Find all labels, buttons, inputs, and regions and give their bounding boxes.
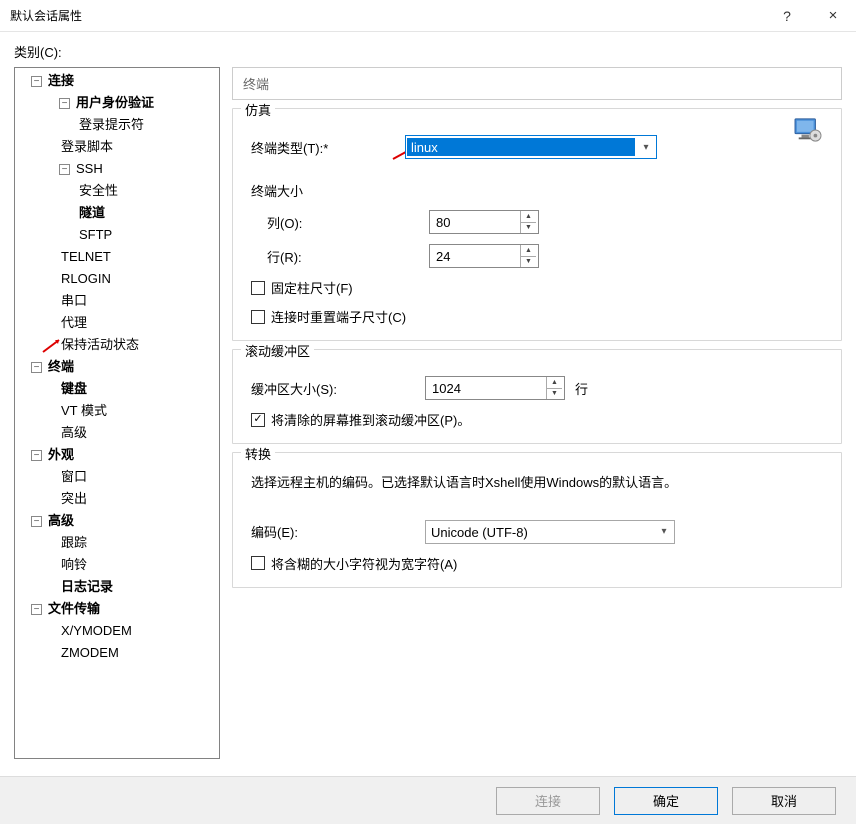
fixed-cols-checkbox[interactable] <box>251 281 265 295</box>
push-cleared-label: 将清除的屏幕推到滚动缓冲区(P)。 <box>271 410 470 429</box>
tree-logging[interactable]: 日志记录 <box>59 576 115 598</box>
minus-icon[interactable]: − <box>31 76 42 87</box>
cols-label: 列(O): <box>245 213 355 232</box>
tree-xymodem[interactable]: X/YMODEM <box>59 620 134 642</box>
buffer-size-label: 缓冲区大小(S): <box>245 379 425 398</box>
terminal-type-dropdown[interactable]: linux ▾ <box>405 135 657 159</box>
window-title: 默认会话属性 <box>10 7 82 24</box>
translate-title: 转换 <box>241 444 275 463</box>
buffer-size-value: 1024 <box>432 381 546 396</box>
encoding-label: 编码(E): <box>245 522 425 541</box>
tree-vtmode[interactable]: VT 模式 <box>59 400 109 422</box>
tree-advanced[interactable]: 高级 <box>46 510 76 532</box>
spin-up-icon[interactable]: ▲ <box>521 245 536 257</box>
help-button[interactable]: ? <box>764 0 810 31</box>
rows-label: 行(R): <box>245 247 355 266</box>
tree-proxy[interactable]: 代理 <box>59 312 89 334</box>
tree-window[interactable]: 窗口 <box>59 466 89 488</box>
scroll-group: 滚动缓冲区 缓冲区大小(S): 1024 ▲▼ 行 将清除的屏幕推到滚动缓冲区(… <box>232 349 842 444</box>
ambiguous-wide-label: 将含糊的大小字符视为宽字符(A) <box>271 554 457 573</box>
tree-trace[interactable]: 跟踪 <box>59 532 89 554</box>
minus-icon[interactable]: − <box>31 450 42 461</box>
dialog-footer: 连接 确定 取消 <box>0 776 856 824</box>
spin-down-icon[interactable]: ▼ <box>547 389 562 400</box>
minus-icon[interactable]: − <box>31 604 42 615</box>
tree-appearance[interactable]: 外观 <box>46 444 76 466</box>
fixed-cols-label: 固定柱尺寸(F) <box>271 278 353 297</box>
tree-rlogin[interactable]: RLOGIN <box>59 268 113 290</box>
encoding-dropdown[interactable]: Unicode (UTF-8) ▾ <box>425 520 675 544</box>
minus-icon[interactable]: − <box>31 516 42 527</box>
buffer-unit: 行 <box>575 379 588 398</box>
terminal-type-label: 终端类型(T):* <box>245 138 405 157</box>
category-tree[interactable]: −连接 −用户身份验证 登录提示符 登录脚本 −SSH 安全性 隧道 SFTP <box>14 67 220 759</box>
tree-keepalive[interactable]: 保持活动状态 <box>59 334 141 356</box>
reset-on-connect-checkbox[interactable] <box>251 310 265 324</box>
ambiguous-wide-checkbox[interactable] <box>251 556 265 570</box>
buffer-size-spinner[interactable]: 1024 ▲▼ <box>425 376 565 400</box>
tree-login-script[interactable]: 登录脚本 <box>59 136 115 158</box>
tree-connection[interactable]: 连接 <box>46 70 76 92</box>
panel-heading: 终端 <box>232 67 842 100</box>
translate-group: 转换 选择远程主机的编码。已选择默认语言时Xshell使用Windows的默认语… <box>232 452 842 588</box>
category-label: 类别(C): <box>14 42 842 61</box>
encoding-value: Unicode (UTF-8) <box>427 523 653 541</box>
close-button[interactable]: × <box>810 0 856 31</box>
chevron-down-icon: ▾ <box>636 142 656 153</box>
spin-down-icon[interactable]: ▼ <box>521 223 536 234</box>
terminal-size-title: 终端大小 <box>245 181 829 200</box>
tree-auth[interactable]: 用户身份验证 <box>74 92 156 114</box>
tree-tunnel[interactable]: 隧道 <box>77 202 107 224</box>
minus-icon[interactable]: − <box>59 98 70 109</box>
tree-bell[interactable]: 响铃 <box>59 554 89 576</box>
chevron-down-icon: ▾ <box>654 526 674 537</box>
titlebar: 默认会话属性 ? × <box>0 0 856 32</box>
tree-filetransfer[interactable]: 文件传输 <box>46 598 102 620</box>
reset-on-connect-label: 连接时重置端子尺寸(C) <box>271 307 406 326</box>
tree-security[interactable]: 安全性 <box>77 180 120 202</box>
spin-down-icon[interactable]: ▼ <box>521 257 536 268</box>
push-cleared-checkbox[interactable] <box>251 413 265 427</box>
tree-telnet[interactable]: TELNET <box>59 246 113 268</box>
minus-icon[interactable]: − <box>59 164 70 175</box>
connect-button[interactable]: 连接 <box>496 787 600 815</box>
tree-highlight[interactable]: 突出 <box>59 488 89 510</box>
spin-up-icon[interactable]: ▲ <box>547 377 562 389</box>
tree-advanced-term[interactable]: 高级 <box>59 422 89 444</box>
tree-login-prompt[interactable]: 登录提示符 <box>77 114 146 136</box>
tree-zmodem[interactable]: ZMODEM <box>59 642 121 664</box>
terminal-type-value: linux <box>407 138 635 156</box>
rows-spinner[interactable]: 24 ▲▼ <box>429 244 539 268</box>
cancel-button[interactable]: 取消 <box>732 787 836 815</box>
tree-ssh[interactable]: SSH <box>74 158 105 180</box>
spin-up-icon[interactable]: ▲ <box>521 211 536 223</box>
ok-button[interactable]: 确定 <box>614 787 718 815</box>
tree-sftp[interactable]: SFTP <box>77 224 114 246</box>
tree-terminal[interactable]: 终端 <box>46 356 76 378</box>
cols-spinner[interactable]: 80 ▲▼ <box>429 210 539 234</box>
emulation-group: 仿真 终端类型(T):* linux ▾ <box>232 108 842 341</box>
emulation-title: 仿真 <box>241 100 275 119</box>
translate-note: 选择远程主机的编码。已选择默认语言时Xshell使用Windows的默认语言。 <box>245 469 829 498</box>
cols-value: 80 <box>436 215 520 230</box>
rows-value: 24 <box>436 249 520 264</box>
tree-keyboard[interactable]: 键盘 <box>59 378 89 400</box>
minus-icon[interactable]: − <box>31 362 42 373</box>
tree-serial[interactable]: 串口 <box>59 290 89 312</box>
scroll-title: 滚动缓冲区 <box>241 341 314 360</box>
